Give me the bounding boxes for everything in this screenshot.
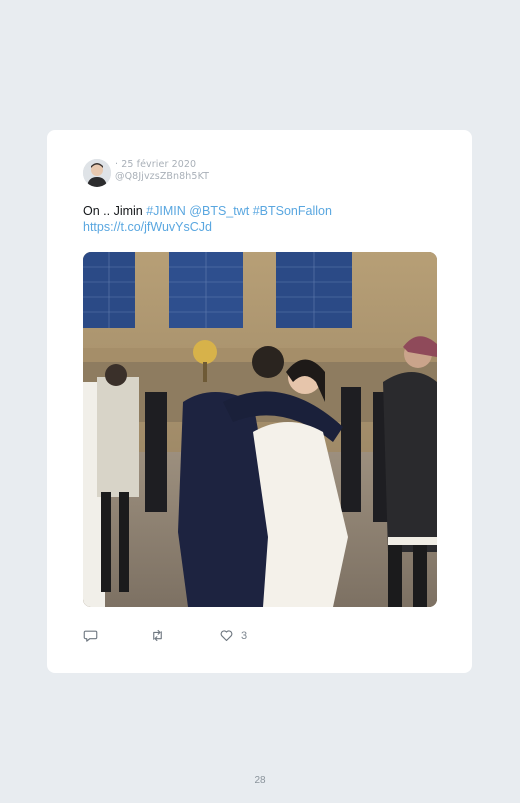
like-count: 3 (241, 629, 248, 642)
tweet-handle[interactable]: @Q8JjvzsZBn8h5KT (115, 171, 209, 183)
reply-icon (83, 630, 98, 642)
tweet-actions: 3 (83, 628, 437, 644)
tweet-card: · 25 février 2020 @Q8JjvzsZBn8h5KT On ..… (47, 130, 472, 673)
retweet-icon (153, 629, 162, 642)
hashtag-btsonfallon[interactable]: #BTSonFallon (253, 204, 332, 218)
retweet-button[interactable] (150, 628, 165, 643)
media-photo (83, 252, 437, 607)
tweet-date: · 25 février 2020 (115, 159, 197, 170)
mention-bts[interactable]: @BTS_twt (189, 204, 249, 218)
heart-icon (220, 630, 233, 642)
hashtag-jimin[interactable]: #JIMIN (146, 204, 186, 218)
avatar-image (83, 159, 111, 187)
like-button[interactable]: 3 (219, 628, 247, 643)
tweet-text: On .. Jimin #JIMIN @BTS_twt #BTSonFallon… (83, 204, 443, 235)
reply-button[interactable] (83, 628, 98, 643)
tweet-link[interactable]: https://t.co/jfWuvYsCJd (83, 220, 212, 234)
tweet-media[interactable] (83, 252, 437, 607)
avatar[interactable] (83, 159, 111, 187)
tweet-meta: · 25 février 2020 @Q8JjvzsZBn8h5KT (115, 159, 209, 183)
page-number: 28 (254, 775, 266, 786)
tweet-body: On .. Jimin (83, 204, 147, 218)
